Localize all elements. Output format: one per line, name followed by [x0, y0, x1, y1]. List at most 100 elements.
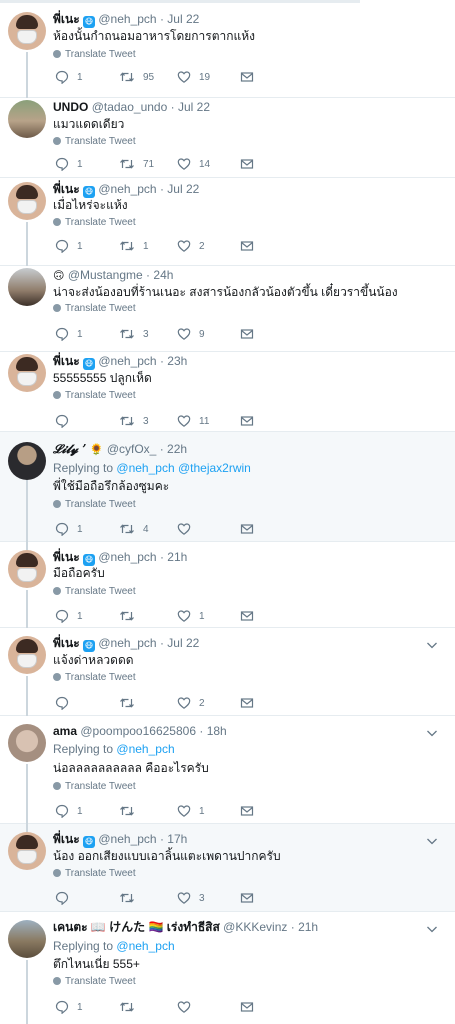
- direct-message-button[interactable]: [240, 695, 254, 711]
- user-handle[interactable]: @cyfOx_: [107, 442, 157, 456]
- user-handle[interactable]: @neh_pch: [98, 354, 156, 368]
- avatar[interactable]: [8, 832, 46, 870]
- translate-link[interactable]: Translate Tweet: [65, 781, 136, 792]
- chevron-down-icon[interactable]: [426, 728, 438, 738]
- like-button[interactable]: 2: [177, 695, 205, 711]
- reply-mention-link[interactable]: @neh_pch: [116, 939, 174, 953]
- retweet-button[interactable]: 95: [119, 69, 154, 85]
- timestamp[interactable]: 24h: [153, 268, 173, 282]
- timestamp[interactable]: 21h: [298, 920, 318, 934]
- translate-link[interactable]: Translate Tweet: [65, 586, 136, 597]
- reply-button[interactable]: 1: [55, 999, 83, 1015]
- reply-button[interactable]: 1: [55, 156, 83, 172]
- like-button[interactable]: 1: [177, 608, 205, 624]
- chevron-down-icon[interactable]: [426, 836, 438, 846]
- display-name[interactable]: ama: [53, 724, 77, 738]
- translate-link[interactable]: Translate Tweet: [65, 390, 136, 401]
- reply-mention-link[interactable]: @neh_pch: [116, 742, 174, 756]
- user-handle[interactable]: @Mustangme: [68, 268, 143, 282]
- chevron-down-icon[interactable]: [426, 640, 438, 650]
- avatar[interactable]: [8, 354, 46, 392]
- retweet-button[interactable]: 1: [119, 238, 149, 254]
- direct-message-button[interactable]: [240, 890, 254, 906]
- tweet[interactable]: เคนตะ 📖 けんた 🏳️‍🌈 เร่งทำธีสิส @KKKevinz ·…: [0, 912, 455, 1024]
- avatar[interactable]: [8, 442, 46, 480]
- chevron-down-icon[interactable]: [426, 924, 438, 934]
- direct-message-button[interactable]: [240, 803, 254, 819]
- direct-message-button[interactable]: [240, 69, 254, 85]
- user-handle[interactable]: @neh_pch: [98, 182, 156, 196]
- timestamp[interactable]: 21h: [167, 550, 187, 564]
- translate-link[interactable]: Translate Tweet: [65, 672, 136, 683]
- translate-link[interactable]: Translate Tweet: [65, 976, 136, 987]
- display-name[interactable]: พี่เนะ: [53, 636, 80, 650]
- avatar[interactable]: [8, 268, 46, 306]
- timestamp[interactable]: Jul 22: [167, 636, 199, 650]
- like-button[interactable]: 14: [177, 156, 210, 172]
- tweet[interactable]: UNDO @tadao_undo · Jul 22 แมวแดดเดียว Tr…: [0, 98, 455, 178]
- like-button[interactable]: 1: [177, 803, 205, 819]
- user-handle[interactable]: @neh_pch: [98, 636, 156, 650]
- reply-button[interactable]: 1: [55, 521, 83, 537]
- retweet-button[interactable]: 3: [119, 326, 149, 342]
- timestamp[interactable]: 22h: [167, 442, 187, 456]
- retweet-button[interactable]: 3: [119, 413, 149, 429]
- direct-message-button[interactable]: [240, 521, 254, 537]
- display-name[interactable]: เคนตะ 📖 けんた 🏳️‍🌈 เร่งทำธีสิส: [53, 920, 220, 934]
- avatar[interactable]: [8, 920, 46, 958]
- direct-message-button[interactable]: [240, 326, 254, 342]
- tweet[interactable]: ama @poompoo16625806 · 18h Replying to @…: [0, 716, 455, 824]
- avatar[interactable]: [8, 182, 46, 220]
- tweet[interactable]: พี่เนะ 😷 @neh_pch · 23h 55555555 ปลูกเห็…: [0, 352, 455, 432]
- retweet-button[interactable]: [119, 695, 143, 711]
- timestamp[interactable]: Jul 22: [178, 100, 210, 114]
- like-button[interactable]: 9: [177, 326, 205, 342]
- display-name[interactable]: พี่เนะ: [53, 354, 80, 368]
- reply-button[interactable]: [55, 890, 77, 906]
- translate-link[interactable]: Translate Tweet: [65, 49, 136, 60]
- tweet[interactable]: พี่เนะ 😷 @neh_pch · 21h มือถือครับ Trans…: [0, 542, 455, 628]
- like-button[interactable]: [177, 999, 199, 1015]
- reply-button[interactable]: 1: [55, 326, 83, 342]
- timestamp[interactable]: 17h: [167, 832, 187, 846]
- retweet-button[interactable]: 71: [119, 156, 154, 172]
- avatar[interactable]: [8, 550, 46, 588]
- user-handle[interactable]: @tadao_undo: [92, 100, 168, 114]
- user-handle[interactable]: @neh_pch: [98, 832, 156, 846]
- timestamp[interactable]: Jul 22: [167, 182, 199, 196]
- like-button[interactable]: 2: [177, 238, 205, 254]
- retweet-button[interactable]: [119, 999, 143, 1015]
- timestamp[interactable]: 23h: [167, 354, 187, 368]
- direct-message-button[interactable]: [240, 156, 254, 172]
- direct-message-button[interactable]: [240, 999, 254, 1015]
- reply-mention-link[interactable]: @neh_pch @thejax2rwin: [116, 461, 250, 475]
- like-button[interactable]: 3: [177, 890, 205, 906]
- display-name[interactable]: UNDO: [53, 100, 88, 114]
- reply-button[interactable]: [55, 695, 77, 711]
- retweet-button[interactable]: [119, 803, 143, 819]
- retweet-button[interactable]: [119, 890, 143, 906]
- tweet[interactable]: พี่เนะ 😷 @neh_pch · Jul 22 เมื่อไหร่จะแห…: [0, 178, 455, 266]
- avatar[interactable]: [8, 12, 46, 50]
- reply-button[interactable]: [55, 413, 77, 429]
- display-name[interactable]: 𝓛𝓲𝓵𝔂 ’: [53, 442, 86, 456]
- display-name[interactable]: พี่เนะ: [53, 832, 80, 846]
- user-handle[interactable]: @neh_pch: [98, 12, 156, 26]
- avatar[interactable]: [8, 724, 46, 762]
- user-handle[interactable]: @poompoo16625806: [80, 724, 196, 738]
- like-button[interactable]: 11: [177, 413, 209, 429]
- timestamp[interactable]: 18h: [207, 724, 227, 738]
- direct-message-button[interactable]: [240, 413, 254, 429]
- display-name[interactable]: พี่เนะ: [53, 12, 80, 26]
- reply-button[interactable]: 1: [55, 69, 83, 85]
- retweet-button[interactable]: 4: [119, 521, 149, 537]
- translate-link[interactable]: Translate Tweet: [65, 303, 136, 314]
- display-name[interactable]: พี่เนะ: [53, 182, 80, 196]
- like-button[interactable]: [177, 521, 199, 537]
- user-handle[interactable]: @KKKevinz: [223, 920, 287, 934]
- tweet[interactable]: พี่เนะ 😷 @neh_pch · 17h น้อง ออกเสียงแบบ…: [0, 824, 455, 912]
- translate-link[interactable]: Translate Tweet: [65, 868, 136, 879]
- like-button[interactable]: 19: [177, 69, 210, 85]
- translate-link[interactable]: Translate Tweet: [65, 136, 136, 147]
- tweet[interactable]: 𝓛𝓲𝓵𝔂 ’ 🌻 @cyfOx_ · 22h Replying to @neh_…: [0, 432, 455, 542]
